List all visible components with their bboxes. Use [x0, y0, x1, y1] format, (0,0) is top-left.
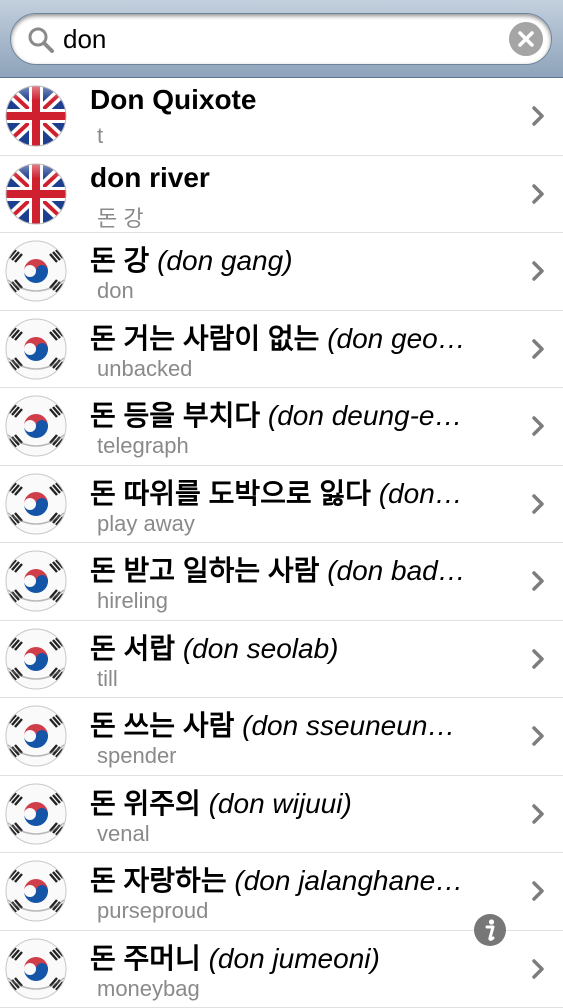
list-item[interactable]: 돈 쓰는 사람 (don sseuneun…spender — [0, 698, 563, 776]
translation: venal — [97, 821, 150, 847]
romanization: (don bad… — [327, 555, 466, 586]
headword: 돈 자랑하는 (don jalanghane… — [90, 859, 500, 899]
chevron-right-icon — [531, 648, 545, 670]
chevron-right-icon — [531, 493, 545, 515]
translation: don — [97, 278, 134, 304]
romanization: (don gang) — [157, 245, 292, 276]
romanization: (don wijuui) — [209, 788, 352, 819]
chevron-right-icon — [531, 260, 545, 282]
translation: moneybag — [97, 976, 200, 1002]
list-item[interactable]: don river 돈 강 — [0, 156, 563, 234]
korea-flag-icon — [3, 938, 69, 1000]
translation: play away — [97, 511, 195, 537]
list-item[interactable]: 돈 받고 일하는 사람 (don bad…hireling — [0, 543, 563, 621]
romanization: (don jumeoni) — [209, 943, 380, 974]
headword: 돈 주머니 (don jumeoni) — [90, 937, 500, 977]
list-item[interactable]: Don Quixote t — [0, 78, 563, 156]
info-icon[interactable] — [473, 913, 507, 947]
romanization: (don sseuneun… — [242, 710, 455, 741]
translation: till — [97, 666, 118, 692]
korea-flag-icon — [3, 628, 69, 690]
headword: 돈 서랍 (don seolab) — [90, 627, 500, 667]
headword: don river — [90, 162, 500, 194]
results-list: Don Quixote t don river 돈 강 돈 강 (don gan… — [0, 78, 563, 1008]
romanization: (don… — [379, 478, 463, 509]
korea-flag-icon — [3, 395, 69, 457]
clear-icon[interactable] — [509, 22, 543, 56]
chevron-right-icon — [531, 725, 545, 747]
search-icon — [27, 26, 55, 54]
search-field[interactable] — [10, 13, 552, 65]
romanization: (don seolab) — [183, 633, 339, 664]
korea-flag-icon — [3, 550, 69, 612]
list-item[interactable]: 돈 등을 부치다 (don deung-e…telegraph — [0, 388, 563, 466]
list-item[interactable]: 돈 서랍 (don seolab)till — [0, 621, 563, 699]
korea-flag-icon — [3, 783, 69, 845]
chevron-right-icon — [531, 183, 545, 205]
headword: 돈 등을 부치다 (don deung-e… — [90, 394, 500, 434]
chevron-right-icon — [531, 880, 545, 902]
list-item[interactable]: 돈 따위를 도박으로 잃다 (don…play away — [0, 466, 563, 544]
translation: spender — [97, 743, 177, 769]
uk-flag-icon — [3, 85, 69, 147]
headword: 돈 강 (don gang) — [90, 239, 500, 279]
headword: 돈 받고 일하는 사람 (don bad… — [90, 549, 500, 589]
headword: 돈 따위를 도박으로 잃다 (don… — [90, 472, 500, 512]
list-item[interactable]: 돈 위주의 (don wijuui)venal — [0, 776, 563, 854]
korea-flag-icon — [3, 473, 69, 535]
headword: 돈 위주의 (don wijuui) — [90, 782, 500, 822]
korea-flag-icon — [3, 705, 69, 767]
uk-flag-icon — [3, 163, 69, 225]
translation: hireling — [97, 588, 168, 614]
headword: 돈 쓰는 사람 (don sseuneun… — [90, 704, 500, 744]
romanization: (don geo… — [327, 323, 466, 354]
chevron-right-icon — [531, 415, 545, 437]
korea-flag-icon — [3, 860, 69, 922]
search-bar — [0, 0, 563, 78]
translation: t — [97, 123, 103, 149]
chevron-right-icon — [531, 105, 545, 127]
translation: 돈 강 — [97, 201, 144, 233]
headword: 돈 거는 사람이 없는 (don geo… — [90, 317, 500, 357]
translation: telegraph — [97, 433, 189, 459]
romanization: (don jalanghane… — [234, 865, 463, 896]
headword: Don Quixote — [90, 84, 500, 116]
chevron-right-icon — [531, 803, 545, 825]
chevron-right-icon — [531, 570, 545, 592]
romanization: (don deung-e… — [268, 400, 463, 431]
list-item[interactable]: 돈 거는 사람이 없는 (don geo…unbacked — [0, 311, 563, 389]
korea-flag-icon — [3, 318, 69, 380]
search-input[interactable] — [63, 22, 493, 56]
translation: purseproud — [97, 898, 208, 924]
chevron-right-icon — [531, 958, 545, 980]
korea-flag-icon — [3, 240, 69, 302]
translation: unbacked — [97, 356, 192, 382]
list-item[interactable]: 돈 강 (don gang)don — [0, 233, 563, 311]
chevron-right-icon — [531, 338, 545, 360]
